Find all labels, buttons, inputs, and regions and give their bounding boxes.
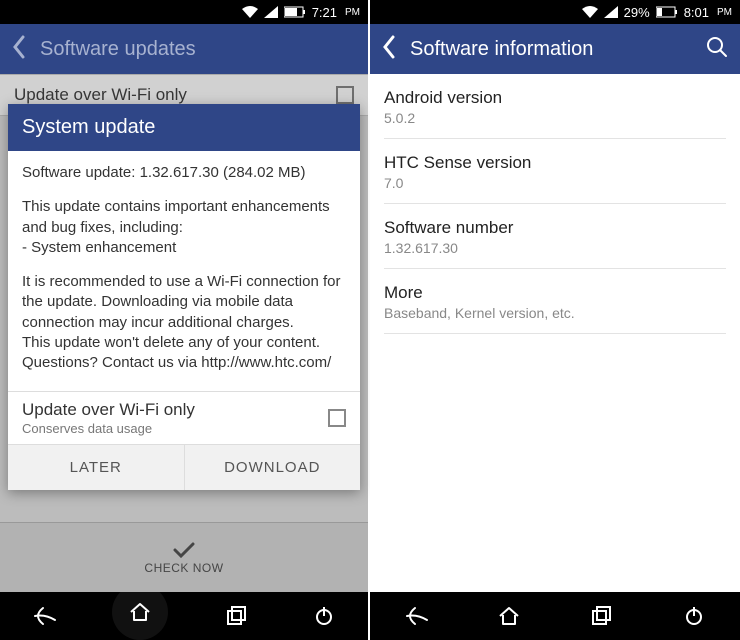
info-value: 1.32.617.30 [384,240,726,256]
status-bar-right: 29% 8:01 PM [370,0,740,24]
dialog-title: System update [8,104,360,151]
system-update-dialog: System update Software update: 1.32.617.… [8,104,360,490]
phone-left: 7:21 PM Software updates Update over Wi-… [0,0,370,640]
signal-icon [604,6,618,18]
info-item-more[interactable]: More Baseband, Kernel version, etc. [384,269,726,334]
info-label: HTC Sense version [384,153,726,173]
info-list: Android version 5.0.2 HTC Sense version … [370,74,740,592]
signal-icon [264,6,278,18]
wifi-icon [242,6,258,18]
status-bar-left: 7:21 PM [0,0,368,24]
nav-back-button[interactable] [396,596,436,636]
phone-right: 29% 8:01 PM Software information Android… [370,0,740,640]
dialog-line1: Software update: 1.32.617.30 (284.02 MB) [22,163,346,183]
later-button[interactable]: LATER [8,445,185,490]
power-icon [314,606,334,626]
back-arrow-icon [31,606,57,626]
nav-bar-left [0,592,368,640]
header-left[interactable]: Software updates [0,24,368,74]
wifi-icon [582,6,598,18]
search-icon [706,36,728,58]
nav-bar-right [370,592,740,640]
home-icon [498,606,520,626]
wifi-only-subtitle: Conserves data usage [22,421,195,437]
info-label: Software number [384,218,726,238]
dialog-line2: This update contains important enhanceme… [22,197,346,258]
page-title: Software updates [40,38,356,61]
nav-recent-button[interactable] [581,596,621,636]
info-item-android-version[interactable]: Android version 5.0.2 [384,74,726,139]
info-value: Baseband, Kernel version, etc. [384,305,726,321]
info-value: 5.0.2 [384,110,726,126]
search-button[interactable] [706,36,728,63]
header-right: Software information [370,24,740,74]
back-icon[interactable] [12,35,26,64]
back-arrow-icon [403,606,429,626]
clock-time: 7:21 [312,5,337,20]
recent-apps-icon [591,606,611,626]
nav-recent-button[interactable] [216,596,256,636]
wifi-only-title: Update over Wi-Fi only [22,400,195,420]
clock-ampm: PM [717,7,732,18]
battery-icon [656,6,678,18]
clock-ampm: PM [345,7,360,18]
nav-power-button[interactable] [674,596,714,636]
info-item-software-number[interactable]: Software number 1.32.617.30 [384,204,726,269]
nav-back-button[interactable] [24,596,64,636]
wifi-only-row[interactable]: Update over Wi-Fi only Conserves data us… [8,392,360,444]
info-label: Android version [384,88,726,108]
nav-power-button[interactable] [304,596,344,636]
battery-icon [284,6,306,18]
recent-apps-icon [226,606,246,626]
download-button[interactable]: DOWNLOAD [185,445,361,490]
info-value: 7.0 [384,175,726,191]
info-label: More [384,283,726,303]
clock-time: 8:01 [684,5,709,20]
back-button[interactable] [382,35,396,64]
dialog-line3: It is recommended to use a Wi-Fi connect… [22,272,346,373]
battery-percent: 29% [624,5,650,20]
nav-home-button[interactable] [112,584,168,640]
power-icon [684,606,704,626]
info-item-sense-version[interactable]: HTC Sense version 7.0 [384,139,726,204]
wifi-only-checkbox[interactable] [328,409,346,427]
nav-home-button[interactable] [489,596,529,636]
page-title: Software information [410,38,692,61]
home-icon [129,602,151,622]
